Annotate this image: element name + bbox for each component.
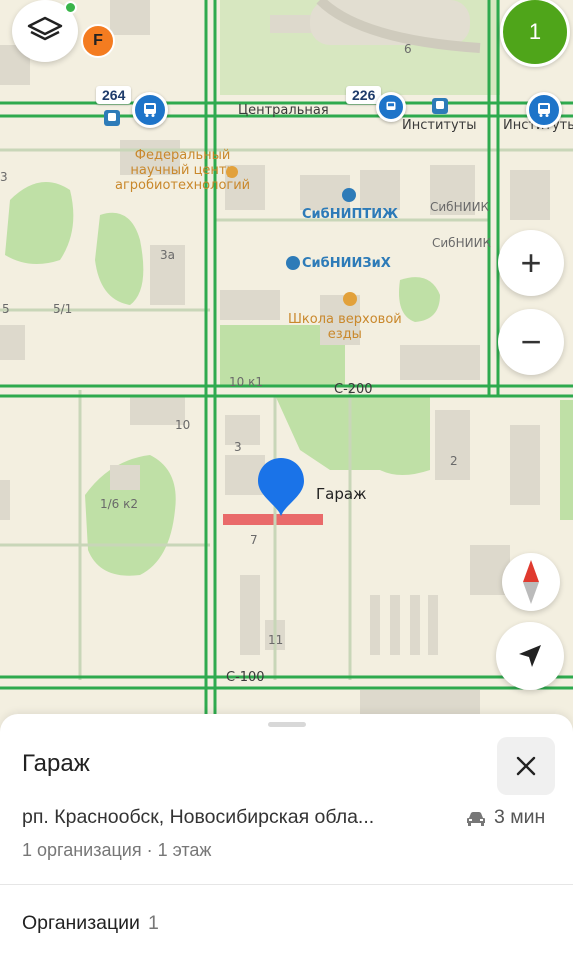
house-number: 5 — [2, 302, 10, 316]
poi-riding-school[interactable]: Школа верховой езды — [288, 312, 402, 342]
bus-stop-icon[interactable] — [432, 98, 448, 114]
compass-button[interactable] — [502, 553, 560, 611]
organizations-row[interactable]: Организации 1 — [22, 912, 159, 935]
poi-sibniik[interactable]: СибНИИК — [430, 200, 489, 214]
poi-sibniizih[interactable]: СибНИИЗиХ — [302, 256, 391, 271]
bottom-sheet[interactable]: Гараж рп. Краснообск, Новосибирская обла… — [0, 714, 573, 960]
place-meta: 1 организация · 1 этаж — [22, 840, 212, 860]
car-icon — [467, 811, 485, 826]
institute-icon — [286, 256, 300, 270]
house-number: 3а — [160, 248, 175, 262]
house-number: 3 — [0, 170, 8, 184]
map-view[interactable]: 6 Центральная Институты Институты Федера… — [0, 0, 573, 730]
street-label-central: Центральная — [238, 103, 329, 118]
layers-icon — [27, 16, 63, 41]
poi-sibniik-2[interactable]: СибНИИК — [432, 236, 491, 250]
close-button[interactable] — [497, 737, 555, 795]
house-number: 11 — [268, 633, 284, 647]
sheet-drag-handle[interactable] — [268, 722, 306, 727]
drive-eta[interactable]: 3 мин — [466, 806, 545, 829]
eta-text: 3 мин — [494, 806, 546, 828]
bus-stop-icon[interactable] — [132, 92, 168, 128]
research-icon — [226, 166, 238, 178]
place-title: Гараж — [22, 750, 90, 777]
house-number: 10 — [175, 418, 191, 432]
count-badge-label: 1 — [528, 19, 542, 44]
avatar[interactable]: F — [81, 24, 115, 58]
divider — [0, 884, 573, 885]
stop-label-instituty: Институты — [402, 118, 477, 133]
zoom-in-button[interactable]: + — [498, 230, 564, 296]
house-number: 10 к1 — [229, 375, 263, 389]
horse-icon — [343, 292, 357, 306]
place-address: рп. Краснообск, Новосибирская обла... — [22, 806, 375, 828]
house-number: 1/6 к2 — [100, 497, 139, 511]
institute-icon — [342, 188, 356, 202]
organizations-label: Организации — [22, 912, 140, 934]
house-number: 7 — [250, 533, 258, 547]
status-dot — [64, 1, 77, 14]
bus-stop-icon[interactable] — [104, 110, 120, 126]
my-location-button[interactable] — [496, 622, 564, 690]
poi-sibniptizh[interactable]: СибНИПТИЖ — [302, 207, 398, 222]
house-number: 5/1 — [53, 302, 73, 316]
house-number: 3 — [234, 440, 242, 454]
bus-stop-icon[interactable] — [526, 92, 562, 128]
street-label-s200: С-200 — [334, 382, 373, 397]
house-number: 2 — [450, 454, 458, 468]
compass-icon — [523, 560, 539, 604]
navigation-arrow-icon — [519, 645, 541, 667]
route-badge-264[interactable]: 264 — [96, 86, 132, 104]
house-number: 6 — [404, 42, 412, 56]
plus-icon: + — [520, 242, 542, 283]
street-label-s100: С-100 — [226, 670, 265, 685]
minus-icon: − — [520, 321, 542, 362]
organizations-count: 1 — [147, 912, 159, 934]
count-badge-button[interactable]: 1 — [500, 0, 570, 67]
close-icon — [516, 756, 536, 776]
zoom-out-button[interactable]: − — [498, 309, 564, 375]
marker-label: Гараж — [316, 485, 367, 503]
bus-stop-icon[interactable] — [376, 92, 406, 122]
location-marker[interactable] — [256, 456, 306, 518]
